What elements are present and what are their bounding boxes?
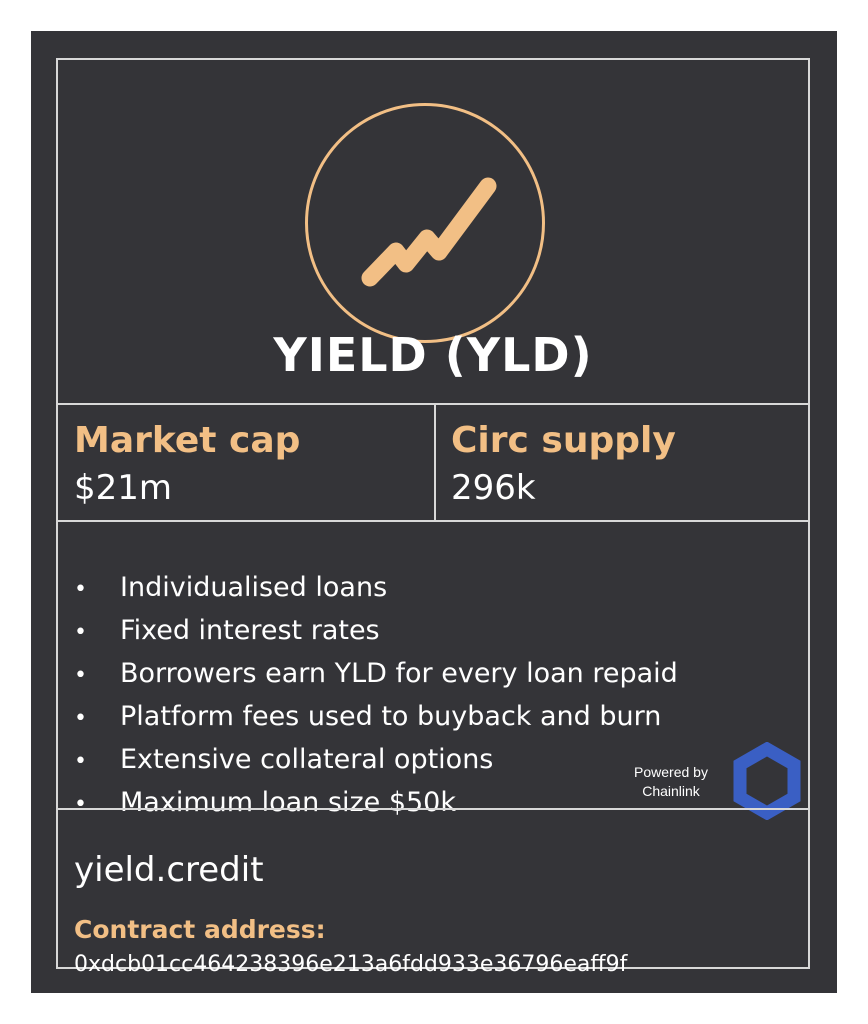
list-item: • Maximum loan size $50k [74, 781, 678, 824]
bullet-icon: • [74, 663, 87, 688]
market-cap-label: Market cap [74, 420, 301, 461]
token-title: YIELD (YLD) [273, 328, 593, 382]
yield-logo [305, 103, 545, 343]
divider [58, 403, 808, 405]
list-item: • Platform fees used to buyback and burn [74, 695, 678, 738]
circ-supply-label: Circ supply [451, 420, 676, 461]
bullet-icon: • [74, 706, 87, 731]
list-item: • Fixed interest rates [74, 609, 678, 652]
feature-list: • Individualised loans • Fixed interest ra… [74, 566, 678, 824]
divider [58, 808, 808, 810]
bullet-icon: • [74, 577, 87, 602]
list-item: • Borrowers earn YLD for every loan repai… [74, 652, 678, 695]
chainlink-text: Chainlink [642, 783, 700, 799]
powered-by-badge: Powered by Chainlink [606, 763, 736, 801]
contract-address-value: 0xdcb01cc464238396e213a6fdd933e36796eaff… [74, 952, 628, 977]
list-item: • Individualised loans [74, 566, 678, 609]
divider [434, 405, 436, 520]
bullet-icon: • [74, 792, 87, 817]
website-link[interactable]: yield.credit [74, 850, 264, 890]
circ-supply-value: 296k [451, 468, 536, 508]
market-cap-value: $21m [74, 468, 173, 508]
card-frame: YIELD (YLD) Market cap $21m Circ supply … [56, 58, 810, 977]
list-item: • Extensive collateral options [74, 738, 678, 781]
token-card: YIELD (YLD) Market cap $21m Circ supply … [31, 31, 837, 993]
trend-line-icon [361, 177, 497, 287]
contract-address-label: Contract address: [74, 915, 326, 944]
bullet-icon: • [74, 620, 87, 645]
divider [58, 520, 808, 522]
bullet-icon: • [74, 749, 87, 774]
powered-by-text: Powered by [634, 764, 708, 780]
